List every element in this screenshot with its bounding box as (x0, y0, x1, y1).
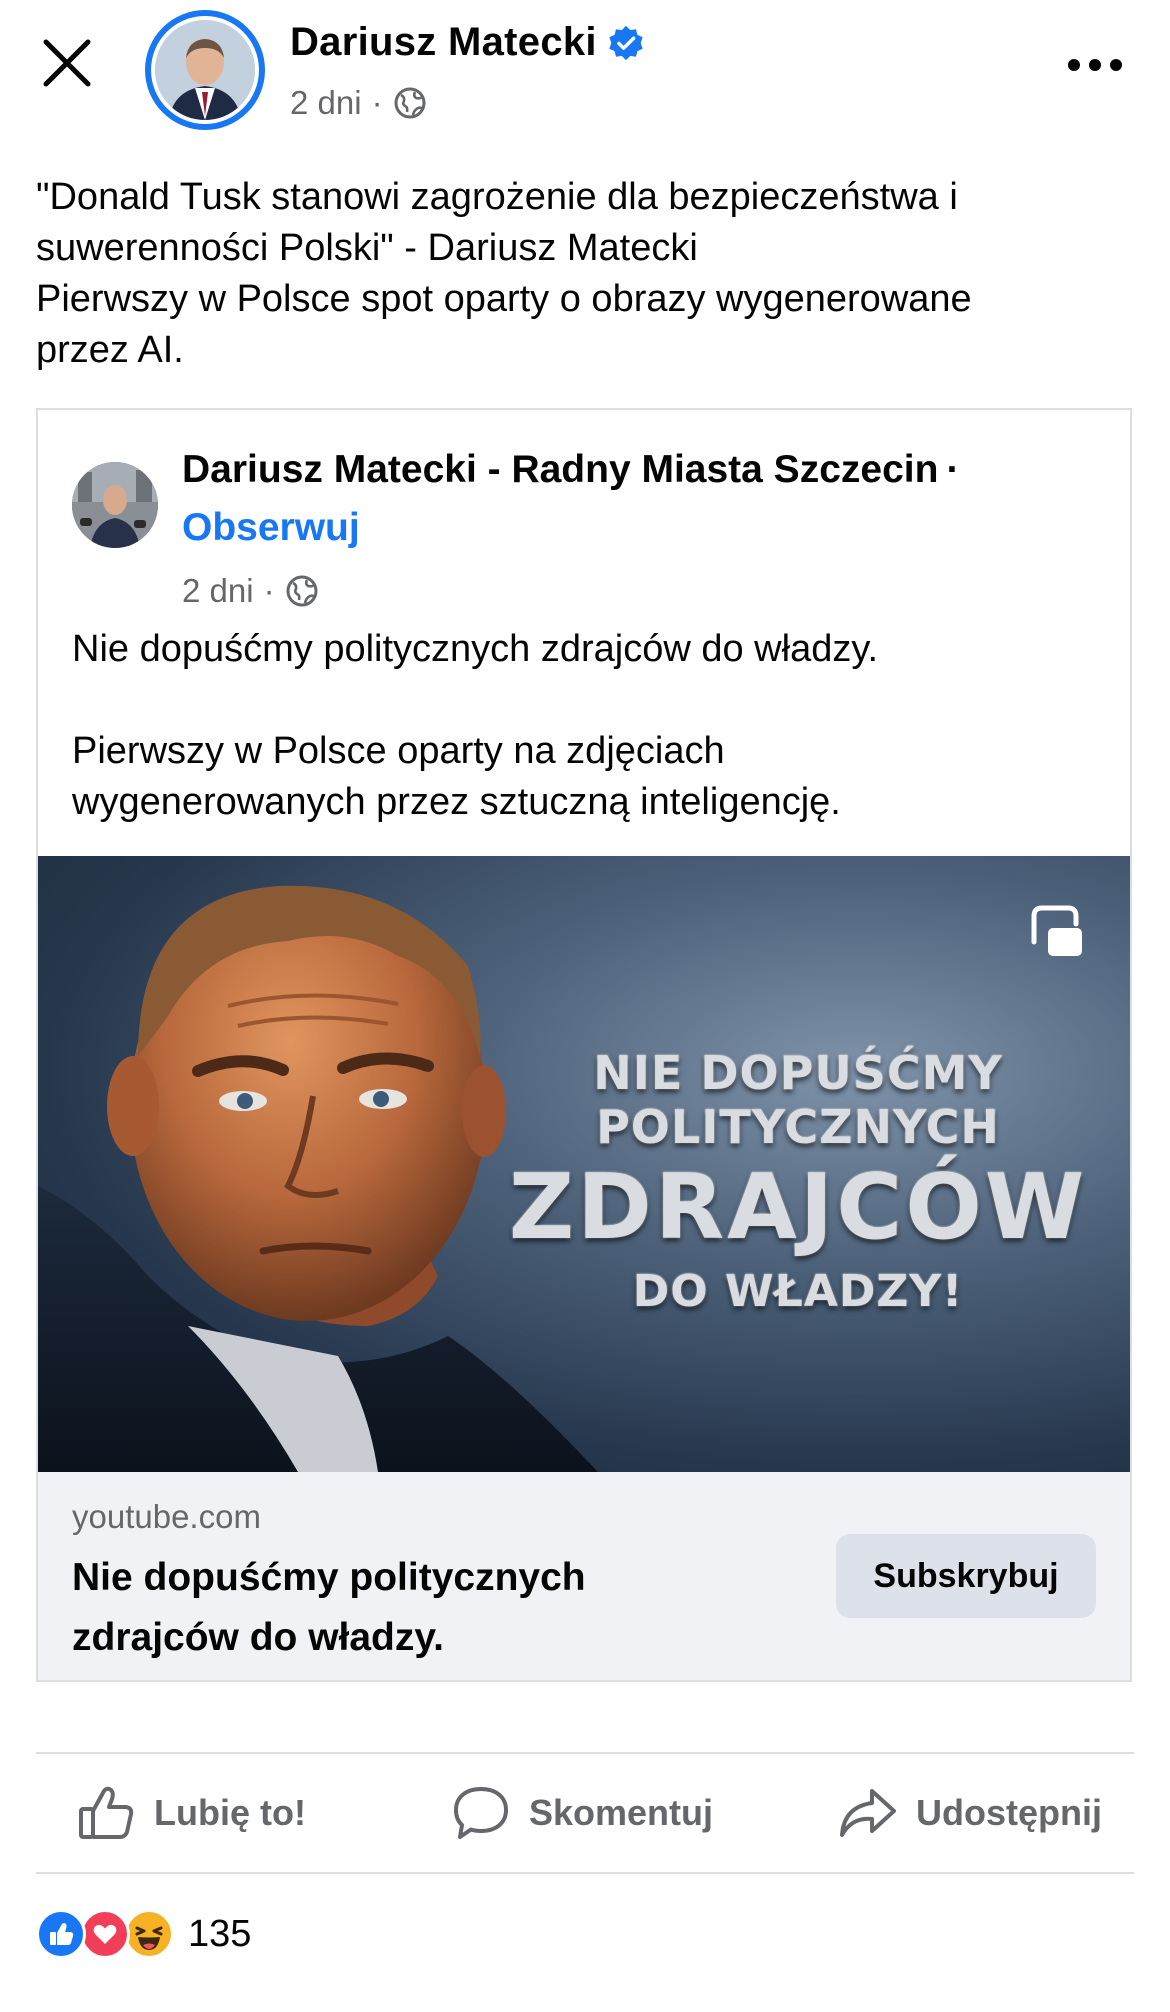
title-separator: · (946, 448, 960, 491)
video-overlay-text: NIE DOPUŚĆMY POLITYCZNYCH ZDRAJCÓW DO WŁ… (498, 1046, 1098, 1322)
share-label[interactable]: Udostępnij (916, 1792, 1102, 1834)
more-options-button[interactable] (1060, 40, 1130, 90)
video-thumbnail[interactable]: NIE DOPUŚĆMY POLITYCZNYCH ZDRAJCÓW DO WŁ… (38, 856, 1130, 1472)
reaction-count[interactable]: 135 (188, 1913, 251, 1956)
comment-button[interactable]: Skomentuj (451, 1758, 713, 1868)
shared-post-time[interactable]: 2 dni (182, 572, 254, 610)
overlay-line: POLITYCZNYCH (596, 1100, 1000, 1154)
close-icon[interactable] (42, 38, 92, 88)
action-bar: Lubię to! Skomentuj Udostępnij (36, 1758, 1134, 1868)
author-name-text[interactable]: Dariusz Matecki (290, 20, 597, 65)
shared-text-line: wygenerowanych przez sztuczną inteligenc… (72, 781, 841, 823)
link-preview-footer[interactable]: youtube.com Nie dopuśćmy politycznych zd… (38, 1472, 1130, 1680)
caption-line: przez AI. (36, 329, 184, 371)
post-caption: "Donald Tusk stanowi zagrożenie dla bezp… (36, 172, 1136, 376)
author-name[interactable]: Dariusz Matecki (290, 20, 645, 65)
like-label[interactable]: Lubię to! (154, 1792, 306, 1834)
link-title[interactable]: Nie dopuśćmy politycznych zdrajców do wł… (72, 1548, 712, 1668)
caption-line: Pierwszy w Polsce spot oparty o obrazy w… (36, 278, 972, 320)
meta-separator: · (263, 572, 275, 609)
shared-post-text: Nie dopuśćmy politycznych zdrajców do wł… (72, 624, 1092, 828)
share-icon (840, 1789, 896, 1837)
caption-line: suwerenności Polski" - Dariusz Matecki (36, 227, 698, 269)
globe-icon (394, 87, 426, 119)
link-domain: youtube.com (72, 1498, 261, 1535)
overlay-line: NIE DOPUŚĆMY (593, 1046, 1003, 1100)
subscribe-button[interactable]: Subskrybuj (836, 1534, 1096, 1618)
shared-post-card[interactable]: Dariusz Matecki - Radny Miasta Szczecin ·… (36, 408, 1132, 1682)
comment-label[interactable]: Skomentuj (529, 1792, 713, 1834)
like-reaction-icon (36, 1909, 86, 1959)
shared-page-avatar[interactable] (72, 462, 158, 548)
thumbs-up-icon (79, 1786, 134, 1839)
follow-button[interactable]: Obserwuj (182, 506, 360, 550)
post-time[interactable]: 2 dni (290, 84, 362, 122)
love-reaction-icon (80, 1909, 130, 1959)
shared-page-title: Dariusz Matecki - Radny Miasta Szczecin · (182, 448, 959, 492)
post-meta: 2 dni · (290, 84, 427, 122)
overlay-line: ZDRAJCÓW (508, 1155, 1088, 1260)
author-avatar-photo (155, 20, 255, 120)
overlay-line: DO WŁADZY! (632, 1266, 964, 1317)
globe-icon (286, 575, 318, 607)
action-bar-top-divider (36, 1752, 1134, 1754)
caption-line: "Donald Tusk stanowi zagrożenie dla bezp… (36, 176, 958, 218)
comment-icon (454, 1787, 508, 1839)
verified-badge-icon (609, 25, 643, 60)
meta-separator: · (371, 84, 383, 121)
close-button[interactable] (36, 32, 98, 94)
shared-text-line: Pierwszy w Polsce oparty na zdjęciach (72, 730, 725, 772)
post-header: Dariusz Matecki 2 dni · (0, 0, 1170, 140)
picture-in-picture-icon[interactable] (1024, 902, 1086, 964)
reactions-summary[interactable]: 135 (36, 1906, 251, 1962)
like-button[interactable]: Lubię to! (76, 1758, 306, 1868)
more-icon[interactable] (1067, 58, 1123, 72)
share-button[interactable]: Udostępnij (836, 1758, 1102, 1868)
haha-reaction-icon (124, 1909, 174, 1959)
author-avatar[interactable] (145, 10, 265, 130)
action-bar-bottom-divider (36, 1872, 1134, 1874)
shared-post-meta: 2 dni · (182, 572, 319, 610)
shared-page-name[interactable]: Dariusz Matecki - Radny Miasta Szczecin (182, 448, 938, 491)
shared-text-line: Nie dopuśćmy politycznych zdrajców do wł… (72, 628, 879, 670)
